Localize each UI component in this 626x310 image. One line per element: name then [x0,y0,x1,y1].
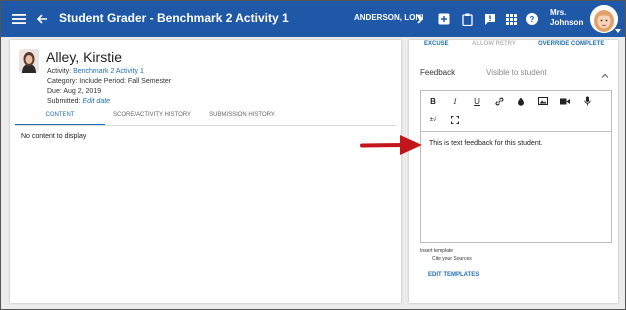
video-icon[interactable] [560,96,570,106]
next-chevron-icon[interactable] [414,11,426,27]
bold-button[interactable]: B [428,96,438,106]
category-line: Category: Include Period: Fall Semester [47,78,172,85]
link-icon[interactable] [494,96,504,106]
override-complete-button[interactable]: OVERRIDE COMPLETE [538,41,604,47]
italic-button[interactable]: I [450,96,460,106]
page-title: Student Grader - Benchmark 2 Activity 1 [59,11,289,25]
feedback-text[interactable]: This is text feedback for this student. [429,140,543,147]
feedback-visibility: Visible to student [486,68,547,77]
math-icon[interactable]: ±√ [428,115,438,125]
student-avatar [19,49,39,73]
apps-grid-icon[interactable] [503,11,519,27]
underline-button[interactable]: U [472,96,482,106]
grading-panel: EXCUSE ALLOW RETRY OVERRIDE COMPLETE Fee… [409,40,618,303]
tab-submission-history[interactable]: SUBMISSION HISTORY [197,112,287,124]
template-item[interactable]: Cite your Sources [432,256,472,262]
clipboard-icon[interactable] [459,11,475,27]
due-line: Due: Aug 2, 2019 [47,88,102,95]
student-selector[interactable]: ANDERSON, LONI [354,13,423,22]
submitted-line: Submitted: Edit date [47,98,111,105]
activity-link[interactable]: Benchmark 2 Activity 1 [73,68,144,75]
svg-text:?: ? [530,15,535,24]
add-box-icon[interactable] [436,11,452,27]
excuse-button[interactable]: EXCUSE [424,41,449,47]
edit-templates-button[interactable]: EDIT TEMPLATES [428,272,479,278]
app-window: Student Grader - Benchmark 2 Activity 1 … [0,0,626,310]
account-dropdown-icon[interactable] [615,29,621,33]
back-arrow-icon[interactable] [34,11,50,27]
user-name: Mrs. Johnson [550,8,584,27]
user-avatar[interactable] [590,5,618,33]
tab-content[interactable]: CONTENT [15,112,105,125]
feedback-label: Feedback [420,68,456,77]
insert-template-label: Insert template [420,248,454,254]
tab-bar: CONTENT SCORE/ACTIVITY HISTORY SUBMISSIO… [15,112,396,126]
menu-icon[interactable] [11,11,27,27]
feedback-icon[interactable] [482,11,498,27]
color-drop-icon[interactable] [516,96,526,106]
student-name: Alley, Kirstie [46,49,122,65]
tab-score-activity-history[interactable]: SCORE/ACTIVITY HISTORY [107,112,197,124]
editor-toolbar: B I U ±√ [421,91,611,132]
annotation-arrow-icon [360,135,422,155]
empty-content-message: No content to display [21,133,87,140]
image-icon[interactable] [538,96,548,106]
allow-retry-button[interactable]: ALLOW RETRY [472,41,516,47]
fullscreen-icon[interactable] [450,115,460,125]
collapse-chevron-icon[interactable] [601,67,609,78]
mic-icon[interactable] [582,96,592,106]
help-icon[interactable]: ? [524,11,540,27]
submission-panel: Alley, Kirstie Activity: Benchmark 2 Act… [10,40,401,303]
feedback-editor[interactable]: B I U ±√ This is text feedback for this … [420,90,612,243]
top-app-bar: Student Grader - Benchmark 2 Activity 1 … [1,1,625,37]
edit-date-link[interactable]: Edit date [82,98,110,105]
activity-line: Activity: Benchmark 2 Activity 1 [47,68,144,75]
